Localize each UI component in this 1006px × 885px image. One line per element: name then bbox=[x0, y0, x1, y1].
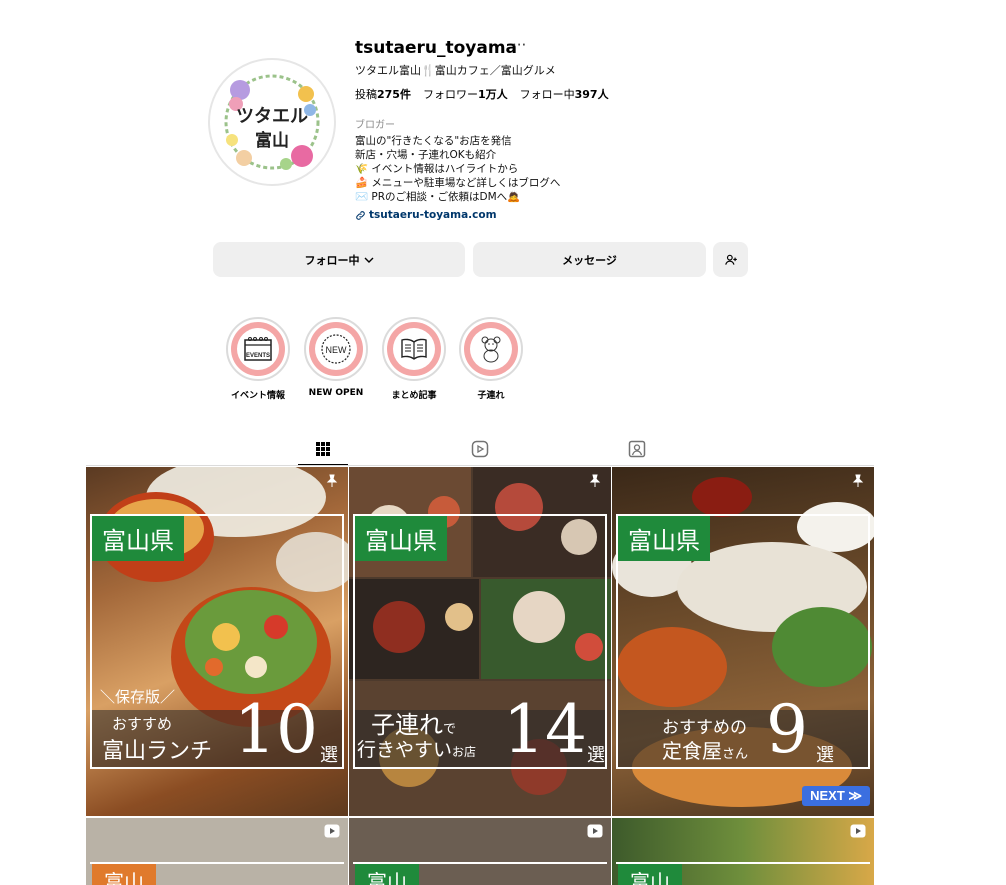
post-prefecture-label: 富山 bbox=[618, 864, 682, 885]
bio-line: 🍰 メニューや駐車場など詳しくはブログへ bbox=[355, 177, 561, 189]
stat-following[interactable]: フォロー中397人 bbox=[520, 86, 609, 102]
post-big-number: 9 bbox=[766, 691, 808, 768]
post-big-number: 10 bbox=[234, 691, 318, 768]
profile-link[interactable]: tsutaeru-toyama.com bbox=[355, 209, 497, 221]
post-tile[interactable]: 富山 bbox=[349, 818, 611, 885]
avatar-title: ツタエル bbox=[236, 106, 308, 127]
highlight-events[interactable]: EVENTS イベント情報 bbox=[224, 317, 292, 401]
post-prefecture-label: 富山 bbox=[92, 864, 156, 885]
post-tile[interactable]: 富山県 ＼保存版／ おすすめ 富山ランチ 10 選 bbox=[86, 467, 348, 816]
reel-indicator-icon bbox=[587, 824, 603, 838]
add-user-icon bbox=[724, 254, 737, 265]
pinned-icon bbox=[326, 474, 338, 487]
post-suffix: 選 bbox=[816, 745, 834, 766]
post-prefecture-label: 富山県 bbox=[355, 516, 447, 561]
post-suffix: 選 bbox=[587, 745, 605, 766]
username: tsutaeru_toyama bbox=[355, 38, 518, 58]
calendar-events-icon: EVENTS bbox=[244, 337, 272, 361]
post-prefecture-label: 富山県 bbox=[92, 516, 184, 561]
tabs-divider bbox=[86, 465, 874, 466]
grid-icon bbox=[316, 442, 330, 456]
bio-line: 🌾 イベント情報はハイライトから bbox=[355, 163, 519, 175]
more-options-icon[interactable]: ··· bbox=[512, 36, 526, 54]
highlight-label: イベント情報 bbox=[230, 391, 285, 401]
highlight-label: NEW OPEN bbox=[308, 388, 364, 398]
highlight-ring bbox=[459, 317, 523, 381]
tab-tagged[interactable] bbox=[625, 437, 649, 461]
highlight-label: 子連れ bbox=[477, 391, 505, 401]
avatar-subtitle: 富山 bbox=[255, 131, 289, 151]
post-tile[interactable]: 富山県 子連れで 行きやすいお店 14 選 bbox=[349, 467, 611, 816]
post-caption-line1: おすすめ bbox=[112, 715, 173, 733]
highlight-new-open[interactable]: NEW NEW OPEN bbox=[302, 317, 370, 398]
svg-text:EVENTS: EVENTS bbox=[246, 353, 270, 359]
message-button[interactable]: メッセージ bbox=[473, 242, 706, 277]
highlight-ring bbox=[382, 317, 446, 381]
post-caption-line2: 富山ランチ bbox=[102, 739, 213, 764]
reel-indicator-icon bbox=[324, 824, 340, 838]
highlight-summary[interactable]: まとめ記事 bbox=[380, 317, 448, 401]
profile-bio: 富山の"行きたくなる"お店を発信 新店・穴場・子連れOKも紹介 🌾 イベント情報… bbox=[355, 134, 560, 204]
post-suffix: 選 bbox=[320, 745, 338, 766]
stat-followers[interactable]: フォロワー1万人 bbox=[423, 86, 508, 102]
post-tile[interactable]: 富山 bbox=[612, 818, 874, 885]
next-badge: NEXT ≫ bbox=[802, 786, 870, 806]
new-badge-icon: NEW bbox=[321, 334, 351, 364]
following-button[interactable]: フォロー中 bbox=[213, 242, 465, 277]
post-prefecture-label: 富山県 bbox=[618, 516, 710, 561]
full-name: ツタエル富山🍴富山カフェ／富山グルメ bbox=[355, 64, 556, 77]
svg-text:NEW: NEW bbox=[326, 345, 348, 355]
profile-link-text[interactable]: tsutaeru-toyama.com bbox=[369, 209, 497, 221]
tagged-user-icon bbox=[628, 440, 646, 458]
post-tile[interactable]: 富山県 おすすめの 定食屋さん 9 選 NEXT ≫ bbox=[612, 467, 874, 816]
bio-line: 新店・穴場・子連れOKも紹介 bbox=[355, 149, 497, 161]
suggest-users-button[interactable] bbox=[713, 242, 748, 277]
post-tile[interactable]: 富山 bbox=[86, 818, 348, 885]
post-caption-line2: 定食屋さん bbox=[662, 739, 749, 763]
post-prefecture-label: 富山 bbox=[355, 864, 419, 885]
highlight-ring: EVENTS bbox=[226, 317, 290, 381]
tab-reels[interactable] bbox=[468, 437, 492, 461]
pinned-icon bbox=[852, 474, 864, 487]
highlight-label: まとめ記事 bbox=[391, 391, 437, 401]
book-icon bbox=[401, 338, 427, 360]
bio-line: ✉️ PRのご相談・ご依頼はDMへ🙇 bbox=[355, 191, 521, 203]
profile-stats: 投稿275件 フォロワー1万人 フォロー中397人 bbox=[355, 86, 609, 102]
link-icon bbox=[356, 210, 365, 220]
active-tab-indicator bbox=[298, 464, 348, 465]
reel-indicator-icon bbox=[850, 824, 866, 838]
highlight-ring: NEW bbox=[304, 317, 368, 381]
message-button-label: メッセージ bbox=[562, 253, 617, 267]
post-big-number: 14 bbox=[503, 691, 587, 768]
post-caption-line2: 行きやすいお店 bbox=[357, 739, 477, 761]
stat-posts: 投稿275件 bbox=[355, 88, 411, 101]
tab-posts[interactable] bbox=[311, 437, 335, 461]
reels-icon bbox=[471, 440, 489, 458]
following-button-label: フォロー中 bbox=[304, 253, 360, 267]
highlight-kids[interactable]: 子連れ bbox=[457, 317, 525, 401]
bio-line: 富山の"行きたくなる"お店を発信 bbox=[355, 135, 512, 147]
post-caption-sub: ＼保存版／ bbox=[100, 688, 176, 706]
profile-category: ブロガー bbox=[355, 120, 395, 131]
teddy-bear-icon bbox=[481, 336, 501, 363]
chevron-down-icon bbox=[364, 257, 373, 263]
profile-avatar[interactable]: ツタエル 富山 bbox=[208, 58, 336, 186]
pinned-icon bbox=[589, 474, 601, 487]
